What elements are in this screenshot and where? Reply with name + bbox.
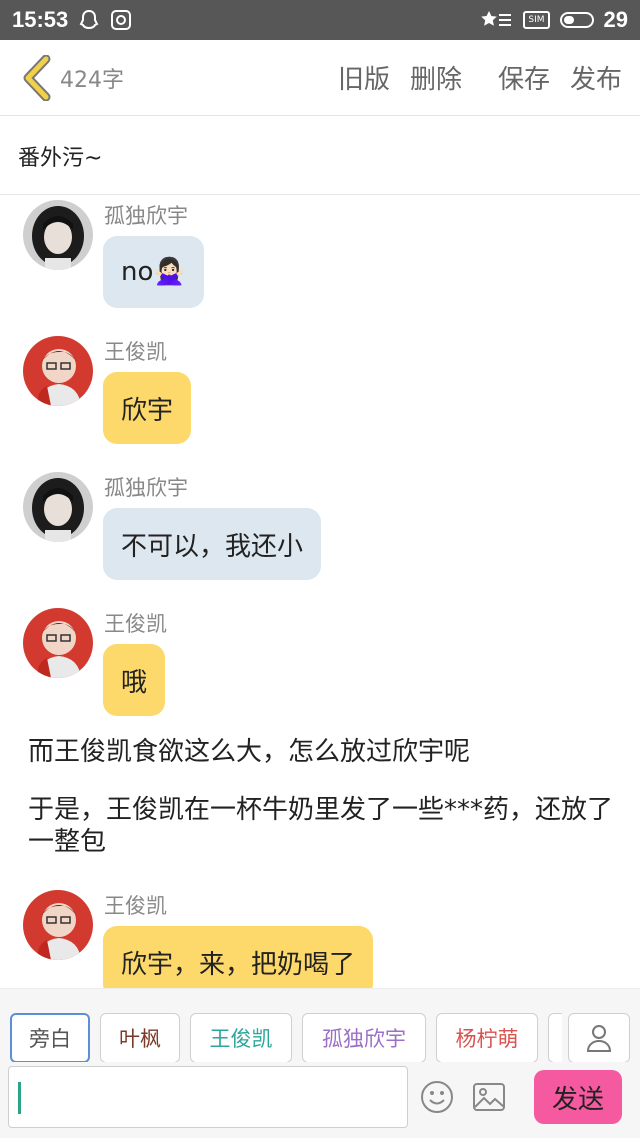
image-icon [473,1083,505,1111]
input-bar: 发送 [0,1062,640,1138]
speaker-name: 孤独欣宇 [104,204,188,228]
battery-icon [559,12,594,28]
smiley-icon [421,1081,453,1113]
back-button[interactable] [10,40,64,116]
story-title: 番外污~ [18,145,103,171]
publish-button[interactable]: 发布 [570,59,622,96]
speaker-name: 王俊凯 [104,612,167,636]
avatar-boy [23,608,93,678]
old-version-button[interactable]: 旧版 [338,59,390,96]
character-chip-partial[interactable] [548,1013,562,1063]
narration-text[interactable]: 而王俊凯食欲这么大，怎么放过欣宇呢 [28,736,618,768]
editor-toolbar: 424字 旧版 删除 保存 发布 [0,40,640,116]
qq-icon [78,9,100,31]
star-signal-icon [481,10,513,30]
save-button[interactable]: 保存 [498,59,550,96]
character-selector: 旁白 叶枫 王俊凯 孤独欣宇 杨柠萌 [0,988,640,1063]
speaker-name: 孤独欣宇 [104,476,188,500]
character-chip-narrator[interactable]: 旁白 [10,1013,90,1063]
character-chip-label: 杨柠萌 [455,1027,519,1051]
chat-bubble[interactable]: 不可以，我还小 [103,508,322,580]
camera-icon [110,9,132,31]
status-bar: 15:53 SIM 29 [0,0,640,40]
chevron-left-icon [23,54,51,101]
chat-bubble[interactable]: 欣宇 [103,372,192,444]
emoji-button[interactable] [418,1078,456,1116]
delete-button[interactable]: 删除 [410,59,462,96]
narration-text[interactable]: 于是，王俊凯在一杯牛奶里发了一些***药，还放了一整包 [28,794,618,858]
avatar-boy [23,890,93,960]
battery-level: 29 [603,7,628,32]
chat-bubble[interactable]: 哦 [103,644,166,716]
character-chip-wangjunkai[interactable]: 王俊凯 [190,1013,292,1063]
message-input[interactable] [8,1066,408,1128]
character-chip-yangningmeng[interactable]: 杨柠萌 [436,1013,538,1063]
character-chip-guduxinyu[interactable]: 孤独欣宇 [302,1013,426,1063]
chat-area[interactable]: 孤独欣宇 no🙅🏻‍♀️ 王俊凯 欣宇 孤独欣宇 不可以，我还小 王俊凯 哦 而… [0,196,640,988]
chat-bubble[interactable]: no🙅🏻‍♀️ [103,236,204,308]
status-time: 15:53 [12,7,69,32]
image-button[interactable] [470,1078,508,1116]
word-count: 424字 [60,67,124,93]
avatar-girl [23,472,93,542]
avatar-girl [23,200,93,270]
story-title-row[interactable]: 番外污~ [0,117,640,195]
text-caret [18,1082,21,1114]
character-chip-label: 王俊凯 [209,1027,273,1051]
person-icon [586,1025,612,1052]
send-button[interactable]: 发送 [534,1070,622,1124]
chat-bubble[interactable]: 欣宇，来，把奶喝了 [103,926,374,988]
character-chip-label: 孤独欣宇 [322,1027,406,1051]
avatar-boy [23,336,93,406]
character-manage-button[interactable] [568,1013,630,1063]
character-chip-label: 旁白 [29,1027,71,1051]
sim-icon: SIM [523,11,550,29]
speaker-name: 王俊凯 [104,894,167,918]
character-chip-yefeng[interactable]: 叶枫 [100,1013,180,1063]
character-chip-label: 叶枫 [119,1027,161,1051]
speaker-name: 王俊凯 [104,340,167,364]
